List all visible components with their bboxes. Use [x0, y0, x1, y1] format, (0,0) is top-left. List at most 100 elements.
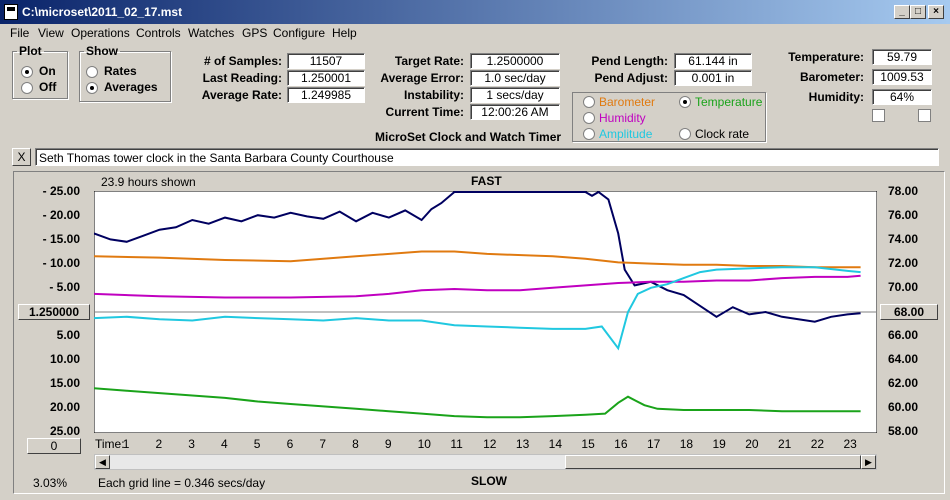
option-checkbox-2[interactable]	[918, 109, 931, 122]
sensor-barometer-label: Barometer	[599, 95, 656, 109]
samples-value: 11507	[287, 53, 365, 69]
sensor-clockrate-radio[interactable]	[679, 128, 691, 140]
left-tick-label: - 25.00	[42, 184, 80, 198]
time-axis-label: Time:	[95, 437, 125, 451]
time-tick-label: 15	[581, 437, 595, 451]
time-scrollbar[interactable]: ◀ ▶	[94, 454, 877, 470]
center-temp-button[interactable]: 68.00	[880, 304, 938, 320]
current-time-label: Current Time:	[385, 105, 464, 119]
scroll-left-button[interactable]: ◀	[95, 455, 110, 469]
grid-note: Each grid line = 0.346 secs/day	[98, 476, 266, 490]
sensor-amplitude-radio[interactable]	[583, 128, 595, 140]
plot-off-radio[interactable]	[21, 82, 33, 94]
note-field[interactable]: Seth Thomas tower clock in the Santa Bar…	[35, 148, 939, 166]
show-averages-radio[interactable]	[86, 82, 98, 94]
right-tick-label: 74.00	[888, 232, 919, 246]
scroll-thumb[interactable]	[565, 455, 861, 469]
scroll-right-button[interactable]: ▶	[861, 455, 876, 469]
show-group-title: Show	[86, 44, 118, 58]
fast-label: FAST	[471, 174, 502, 188]
samples-label: # of Samples:	[203, 54, 282, 68]
time-tick-label: 7	[319, 437, 327, 451]
left-tick-label: - 10.00	[42, 256, 80, 270]
humidity-label: Humidity:	[808, 90, 864, 104]
left-tick-label: - 15.00	[42, 232, 80, 246]
time-tick-label: 13	[515, 437, 530, 451]
maximize-button[interactable]: □	[910, 5, 926, 19]
plot-group-title: Plot	[19, 44, 42, 58]
time-tick-label: 22	[810, 437, 825, 451]
show-rates-radio[interactable]	[86, 66, 98, 78]
right-tick-label: 72.00	[888, 256, 919, 270]
left-tick-label: 15.00	[49, 376, 80, 390]
left-tick-label: 25.00	[49, 424, 80, 438]
center-rate-button[interactable]: 1.250000	[18, 304, 90, 320]
right-tick-label: 76.00	[888, 208, 919, 222]
sensor-temperature-radio[interactable]	[679, 96, 691, 108]
average-error-label: Average Error:	[380, 71, 464, 85]
menu-configure[interactable]: Configure	[273, 26, 325, 40]
menu-view[interactable]: View	[38, 26, 64, 40]
target-rate-value[interactable]: 1.2500000	[470, 53, 560, 69]
sensor-barometer-radio[interactable]	[583, 96, 595, 108]
time-tick-label: 19	[712, 437, 726, 451]
time-tick-label: 11	[450, 437, 463, 451]
right-tick-label: 58.00	[888, 424, 919, 438]
temperature-label: Temperature:	[788, 50, 864, 64]
time-tick-label: 10	[417, 437, 431, 451]
menu-watches[interactable]: Watches	[188, 26, 234, 40]
menu-operations[interactable]: Operations	[71, 26, 130, 40]
menu-controls[interactable]: Controls	[136, 26, 181, 40]
sensor-humidity-radio[interactable]	[583, 112, 595, 124]
note-close-button[interactable]: X	[12, 148, 31, 166]
minimize-button[interactable]: _	[894, 5, 910, 19]
right-tick-label: 78.00	[888, 184, 919, 198]
average-rate-label: Average Rate:	[201, 88, 282, 102]
right-tick-label: 64.00	[888, 352, 919, 366]
sensor-clockrate-label: Clock rate	[695, 127, 750, 141]
app-icon	[4, 4, 18, 20]
average-error-value: 1.0 sec/day	[470, 70, 560, 86]
time-tick-label: 3	[188, 437, 195, 451]
time-tick-label: 23	[843, 437, 857, 451]
barometer-value: 1009.53	[872, 69, 932, 85]
pend-adjust-value[interactable]: 0.001 in	[674, 70, 752, 86]
time-tick-label: 14	[548, 437, 563, 451]
time-tick-label: 2	[155, 437, 163, 451]
plot-area	[94, 191, 877, 433]
slow-label: SLOW	[471, 474, 507, 488]
option-checkbox-1[interactable]	[872, 109, 885, 122]
sensor-temperature-label: Temperature	[695, 95, 763, 109]
right-tick-label: 70.00	[888, 280, 919, 294]
percent-indicator: 3.03%	[33, 476, 68, 490]
plot-off-label: Off	[39, 80, 57, 94]
left-tick-label: 20.00	[49, 400, 80, 414]
last-reading-label: Last Reading:	[202, 71, 282, 85]
zero-button[interactable]: 0	[27, 438, 81, 454]
show-averages-label: Averages	[104, 80, 158, 94]
time-tick-label: 12	[483, 437, 497, 451]
time-tick-label: 18	[679, 437, 694, 451]
hours-shown: 23.9 hours shown	[101, 175, 196, 189]
pend-adjust-label: Pend Adjust:	[594, 71, 668, 85]
time-tick-label: 5	[253, 437, 261, 451]
menu-gps[interactable]: GPS	[242, 26, 267, 40]
sensor-amplitude-label: Amplitude	[599, 127, 653, 141]
menu-help[interactable]: Help	[332, 26, 357, 40]
pend-length-value: 61.144 in	[674, 53, 752, 69]
time-tick-label: 16	[614, 437, 628, 451]
right-tick-label: 62.00	[888, 376, 919, 390]
time-tick-label: 4	[221, 437, 228, 451]
plot-on-radio[interactable]	[21, 66, 33, 78]
humidity-value: 64%	[872, 89, 932, 105]
time-tick-label: 21	[777, 437, 792, 451]
menu-file[interactable]: File	[10, 26, 29, 40]
time-tick-label: 20	[745, 437, 759, 451]
time-tick-label: 8	[352, 437, 359, 451]
left-tick-label: - 5.00	[49, 280, 80, 294]
target-rate-label: Target Rate:	[394, 54, 464, 68]
close-button[interactable]: ×	[928, 5, 944, 19]
right-tick-label: 66.00	[888, 328, 919, 342]
show-rates-label: Rates	[104, 64, 137, 78]
left-tick-label: - 20.00	[42, 208, 80, 222]
